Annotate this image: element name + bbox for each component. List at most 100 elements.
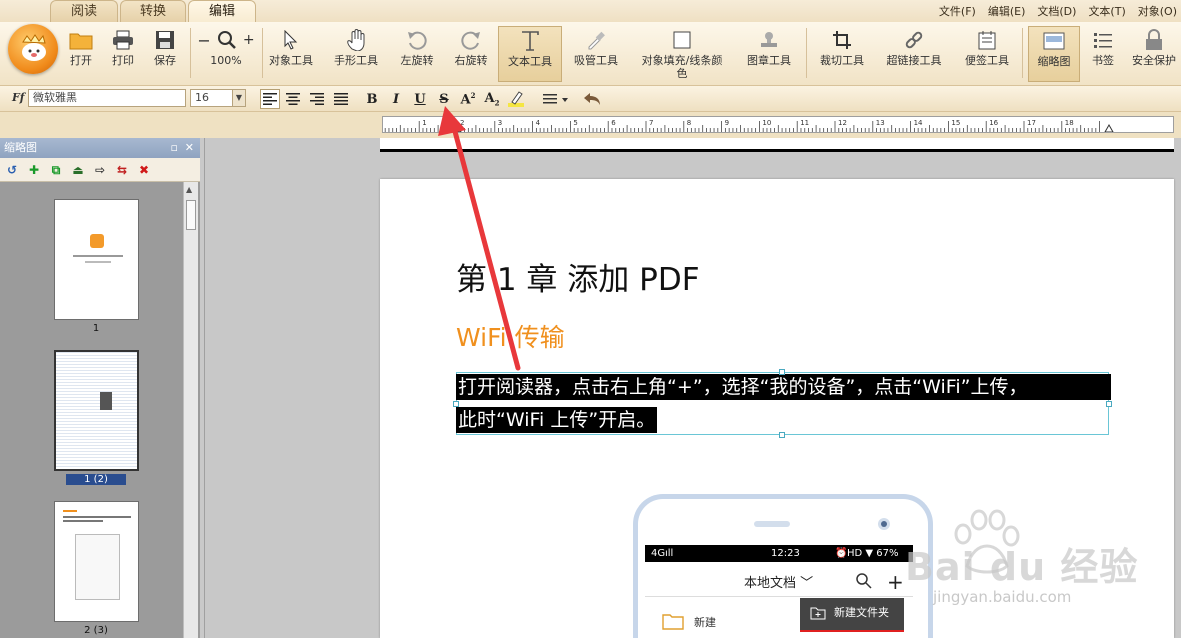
hyperlink-tool-label: 超链接工具	[886, 54, 942, 67]
bold-icon: B	[366, 91, 378, 107]
selected-text-line-1[interactable]: 打开阅读器，点击右上角“+”，选择“我的设备”，点击“WiFi”上传，	[456, 374, 1111, 400]
ruler-bar: 1 2 3 4 5 6 7 8 9 10 11 12 13 14 15 16 17 18	[0, 112, 1181, 138]
subscript-icon: A2	[484, 90, 500, 108]
align-left-button[interactable]	[260, 89, 280, 109]
search-icon	[856, 573, 872, 589]
chevron-down-icon[interactable]: ▼	[232, 90, 245, 106]
ruler-right-indent-marker[interactable]	[1104, 123, 1114, 133]
bookmarks-button[interactable]: 书签	[1084, 26, 1122, 82]
strikethrough-icon: S	[439, 91, 449, 107]
new-folder-popup: 新建文件夹	[800, 598, 904, 632]
line-spacing-icon	[543, 94, 568, 104]
menu-document[interactable]: 文档(D)	[1037, 3, 1076, 19]
ruler-label: 10	[762, 119, 771, 127]
thumbnail-page-3[interactable]	[54, 501, 139, 622]
thumbnail-page-1[interactable]	[54, 199, 139, 320]
chapter-title[interactable]: 第 1 章 添加 PDF	[456, 254, 700, 299]
hyperlink-tool-button[interactable]: 超链接工具	[880, 26, 948, 82]
subscript-button[interactable]: A2	[482, 89, 502, 109]
note-tool-button[interactable]: 便签工具	[958, 26, 1016, 82]
tab-edit[interactable]: 编辑	[188, 0, 256, 22]
open-button[interactable]: 打开	[62, 26, 100, 82]
print-button[interactable]: 打印	[104, 26, 142, 82]
thumb-text-line	[73, 255, 123, 257]
cursor-icon	[284, 30, 298, 50]
print-label: 打印	[112, 54, 134, 67]
rotate-right-button[interactable]: 右旋转	[448, 26, 494, 82]
font-name-field[interactable]: 微软雅黑	[28, 89, 186, 107]
baidu-watermark-url: jingyan.baidu.com	[933, 588, 1072, 606]
rotate-page-icon[interactable]: ↺	[4, 162, 20, 178]
folder-icon	[69, 33, 93, 50]
superscript-button[interactable]: A2	[458, 89, 478, 109]
highlighter-icon	[508, 91, 524, 107]
italic-button[interactable]: I	[386, 89, 406, 109]
tab-convert[interactable]: 转换	[120, 0, 186, 22]
crop-tool-button[interactable]: 裁切工具	[814, 26, 870, 82]
menu-object[interactable]: 对象(O)	[1138, 3, 1177, 19]
menu-text[interactable]: 文本(T)	[1088, 3, 1125, 19]
selected-text-line-2[interactable]: 此时“WiFi 上传”开启。	[456, 407, 658, 433]
align-right-button[interactable]	[307, 89, 327, 109]
align-center-button[interactable]	[283, 89, 303, 109]
resize-handle-bottom[interactable]	[779, 432, 785, 438]
bold-button[interactable]: B	[362, 89, 382, 109]
zoom-value: 100%	[210, 54, 242, 67]
fill-color-button[interactable]: 对象填充/线条颜 色	[634, 26, 730, 82]
text-tool-button[interactable]: 文本工具	[498, 26, 562, 82]
font-size-select[interactable]: 16 ▼	[190, 89, 246, 107]
scroll-thumb[interactable]	[186, 200, 196, 230]
menu-file[interactable]: 文件(F)	[939, 3, 976, 19]
thumbnail-scrollbar[interactable]: ▲	[183, 182, 198, 638]
thumbnail-label: 2 (3)	[84, 625, 108, 636]
save-button[interactable]: 保存	[146, 26, 184, 82]
replace-page-icon[interactable]: ⇆	[114, 162, 130, 178]
object-tool-button[interactable]: 对象工具	[264, 26, 318, 82]
ruler-label: 17	[1027, 119, 1036, 127]
resize-handle-top[interactable]	[779, 369, 785, 375]
line-spacing-button[interactable]	[540, 89, 572, 109]
eyedropper-button[interactable]: 吸管工具	[568, 26, 624, 82]
tab-read[interactable]: 阅读	[50, 0, 118, 22]
delete-page-icon[interactable]: ✖	[136, 162, 152, 178]
fill-square-icon	[673, 31, 691, 49]
horizontal-ruler[interactable]: 1 2 3 4 5 6 7 8 9 10 11 12 13 14 15 16 17 18	[382, 116, 1174, 133]
menu-edit[interactable]: 编辑(E)	[988, 3, 1026, 19]
section-heading[interactable]: WiFi 传输	[456, 318, 565, 354]
security-button[interactable]: 安全保护	[1128, 26, 1180, 82]
rotate-left-button[interactable]: 左旋转	[394, 26, 440, 82]
toolbar-divider	[806, 28, 807, 78]
align-left-icon	[263, 93, 277, 105]
hand-tool-button[interactable]: 手形工具	[328, 26, 384, 82]
highlight-button[interactable]	[506, 89, 526, 109]
zoom-control[interactable]: − + 100%	[194, 26, 258, 82]
thumbnail-panel-title: 缩略图	[4, 141, 37, 154]
add-page-icon[interactable]: ✚	[26, 162, 42, 178]
resize-handle-right[interactable]	[1106, 401, 1112, 407]
zoom-in-icon[interactable]: +	[243, 32, 255, 48]
pin-icon[interactable]: ▫	[171, 138, 178, 158]
close-icon[interactable]: ✕	[185, 138, 194, 158]
thumb-heading	[63, 510, 77, 512]
extract-page-icon[interactable]: ⏏	[70, 162, 86, 178]
export-page-icon[interactable]: ⇨	[92, 162, 108, 178]
thumbnail-page-2[interactable]	[54, 350, 139, 471]
thumb-text-line	[63, 520, 103, 522]
lock-icon	[1146, 29, 1162, 50]
new-item-label: 新建	[694, 616, 716, 629]
align-justify-button[interactable]	[331, 89, 351, 109]
zoom-out-icon[interactable]: −	[197, 31, 210, 50]
ruler-label: 9	[725, 119, 729, 127]
thumbnails-button[interactable]: 缩略图	[1028, 26, 1080, 82]
resize-handle-left[interactable]	[453, 401, 459, 407]
insert-page-icon[interactable]: ⧉	[48, 162, 64, 178]
stamp-tool-button[interactable]: 图章工具	[740, 26, 798, 82]
undo-button[interactable]	[582, 89, 602, 109]
strikethrough-button[interactable]: S	[434, 89, 454, 109]
scroll-up-icon[interactable]: ▲	[186, 185, 192, 194]
phone-title-text: 本地文档	[744, 576, 797, 591]
underline-button[interactable]: U	[410, 89, 430, 109]
fill-color-label-2: 色	[676, 67, 688, 80]
app-logo[interactable]	[8, 24, 58, 74]
open-label: 打开	[70, 54, 92, 67]
